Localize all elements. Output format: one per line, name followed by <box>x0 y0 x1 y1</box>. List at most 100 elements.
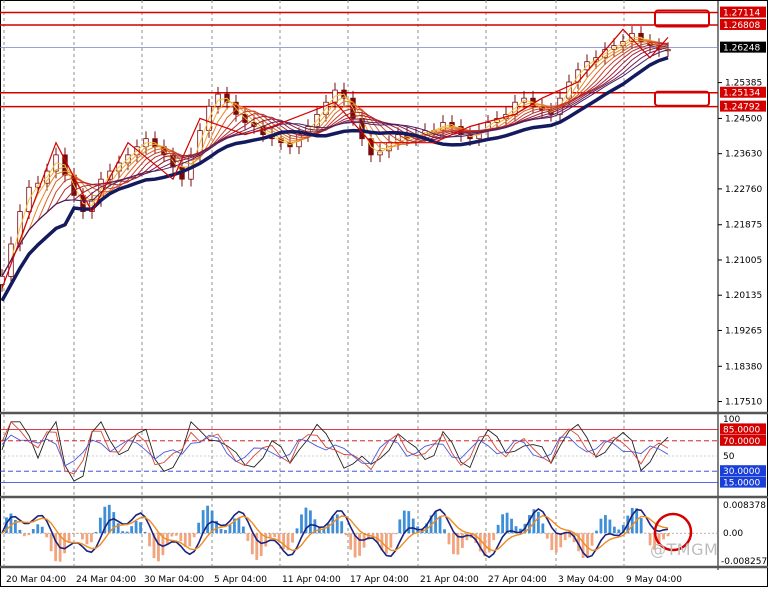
x-tick-label: 11 Apr 04:00 <box>282 575 341 585</box>
hist-bar <box>600 519 603 534</box>
osc-tick-label: 50 <box>723 452 735 462</box>
hist-bar <box>130 526 133 533</box>
hist-bar <box>667 533 670 536</box>
hist-bar <box>193 533 196 537</box>
hist-bar <box>296 528 299 533</box>
y-tick-label: 1.23630 <box>725 150 762 160</box>
hist-bar <box>264 533 267 546</box>
hist-bar <box>640 518 643 533</box>
hist-bar <box>613 527 616 534</box>
hist-bar <box>23 533 26 536</box>
hist-bar <box>291 533 294 542</box>
hist-bar <box>394 533 397 534</box>
hist-bar <box>662 533 665 539</box>
hist-bar <box>309 510 312 533</box>
x-tick-label: 3 May 04:00 <box>558 575 614 585</box>
hist-bar <box>86 533 89 544</box>
hist-tick-label: 0.0083781 <box>723 501 768 511</box>
ma-line <box>2 41 668 277</box>
zigzag-line <box>2 29 668 288</box>
hist-bar <box>331 517 334 534</box>
y-tick-label: 1.17510 <box>725 398 762 408</box>
osc-level-label: 15.0000 <box>723 479 760 489</box>
hist-bar <box>170 533 173 536</box>
macd-line <box>2 509 668 557</box>
hist-bar <box>345 533 348 535</box>
hist-bar <box>358 533 361 556</box>
hist-bar <box>452 533 455 554</box>
hist-bar <box>242 527 245 534</box>
hist-bar <box>121 531 124 533</box>
hist-bar <box>385 533 388 553</box>
osc-level-label: 70.0000 <box>723 437 760 447</box>
hist-bar <box>50 533 53 551</box>
hist-bar <box>45 533 48 537</box>
x-tick-label: 24 Mar 04:00 <box>76 575 136 585</box>
hist-bar <box>349 533 352 549</box>
hist-bar <box>144 532 147 533</box>
ma-line <box>2 43 668 277</box>
hist-bar <box>27 533 30 535</box>
hist-bar <box>443 529 446 533</box>
hist-bar <box>537 512 540 533</box>
hist-bar <box>251 533 254 554</box>
watermark: @TMGM <box>650 540 766 564</box>
hist-bar <box>206 506 209 534</box>
hist-bar <box>72 533 75 534</box>
hist-bar <box>188 533 191 546</box>
hist-bar <box>282 533 285 549</box>
hist-bar <box>591 533 594 546</box>
hist-bar <box>586 533 589 556</box>
x-tick-label: 30 Mar 04:00 <box>144 575 204 585</box>
hist-bar <box>439 516 442 533</box>
hist-bar <box>94 532 97 533</box>
y-tick-label: 1.21005 <box>725 256 762 266</box>
x-tick-label: 9 May 04:00 <box>626 575 682 585</box>
hist-bar <box>617 530 620 534</box>
hist-bar <box>492 533 495 540</box>
y-tick-label: 1.19265 <box>725 326 762 336</box>
hist-bar <box>555 533 558 552</box>
hist-bar <box>398 519 401 533</box>
hist-bar <box>246 533 249 541</box>
hist-bar <box>41 527 44 533</box>
hist-bar <box>497 525 500 533</box>
hist-bar <box>465 533 468 540</box>
hist-bar <box>403 511 406 534</box>
y-tick-label: 1.21875 <box>725 221 762 231</box>
trading-chart: 20 Mar 04:00 24 Mar 04:00 30 Mar 04:00 5 Ap… <box>0 0 768 588</box>
ma-line <box>2 39 668 277</box>
chart-svg: 20 Mar 04:00 24 Mar 04:00 30 Mar 04:00 5 Ap… <box>0 0 768 588</box>
hist-bar <box>340 521 343 533</box>
x-tick-label: 21 Apr 04:00 <box>420 575 479 585</box>
hist-tick-label: 0.00 <box>723 529 743 539</box>
hist-bar <box>300 514 303 533</box>
hist-bar <box>63 533 66 553</box>
hist-bar <box>68 533 71 542</box>
hist-bar <box>229 525 232 534</box>
x-tick-label: 5 Apr 04:00 <box>214 575 267 585</box>
y-tick-label: 1.18380 <box>725 362 762 372</box>
hist-bar <box>32 529 35 533</box>
current-price-label: 1.26248 <box>723 44 760 54</box>
hist-bar <box>260 533 263 556</box>
y-tick-label: 1.24500 <box>725 114 762 124</box>
hist-bar <box>461 533 464 548</box>
x-tick-label: 20 Mar 04:00 <box>6 575 66 585</box>
hist-bar <box>550 533 553 550</box>
hist-bar <box>559 533 562 547</box>
ma-line <box>2 42 668 277</box>
ma-line <box>2 44 668 277</box>
hist-bar <box>81 533 84 539</box>
level-label: 1.24792 <box>723 103 760 113</box>
hist-bar <box>175 533 178 535</box>
ma-line <box>2 46 668 276</box>
hist-bar <box>135 521 138 533</box>
osc-tick-label: 100 <box>723 415 740 425</box>
hist-bar <box>18 530 21 533</box>
level-label: 1.25134 <box>723 89 760 99</box>
hist-bar <box>237 518 240 533</box>
hist-bar <box>148 533 151 546</box>
hist-bar <box>77 533 80 534</box>
hist-bar <box>112 512 115 533</box>
